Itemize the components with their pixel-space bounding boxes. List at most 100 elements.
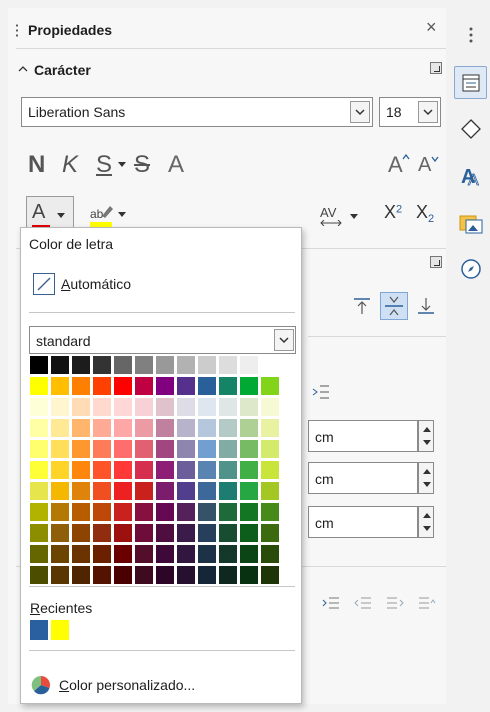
color-swatch[interactable] [30, 566, 48, 584]
color-swatch[interactable] [177, 356, 195, 374]
color-swatch[interactable] [51, 503, 69, 521]
bold-button[interactable]: N [28, 148, 45, 182]
color-swatch[interactable] [177, 545, 195, 563]
chevron-down-icon[interactable] [118, 162, 126, 168]
color-swatch[interactable] [30, 377, 48, 395]
color-swatch[interactable] [51, 545, 69, 563]
color-swatch[interactable] [30, 461, 48, 479]
spin-button[interactable] [418, 506, 434, 538]
color-swatch[interactable] [240, 377, 258, 395]
color-swatch[interactable] [240, 482, 258, 500]
color-swatch[interactable] [93, 440, 111, 458]
color-swatch[interactable] [261, 482, 279, 500]
color-swatch[interactable] [198, 482, 216, 500]
color-swatch[interactable] [156, 377, 174, 395]
color-swatch[interactable] [240, 524, 258, 542]
tab-gallery[interactable] [454, 206, 487, 239]
color-swatch[interactable] [177, 419, 195, 437]
color-swatch[interactable] [135, 545, 153, 563]
color-swatch[interactable] [219, 440, 237, 458]
color-swatch[interactable] [156, 545, 174, 563]
color-swatch[interactable] [93, 356, 111, 374]
strikethrough-button[interactable]: S [134, 148, 150, 182]
color-swatch[interactable] [93, 377, 111, 395]
superscript-button[interactable]: X2 [384, 202, 412, 230]
color-swatch[interactable] [240, 545, 258, 563]
color-swatch[interactable] [198, 356, 216, 374]
indent-increase-icon[interactable] [322, 596, 340, 610]
color-swatch[interactable] [135, 440, 153, 458]
color-swatch[interactable] [30, 545, 48, 563]
color-swatch[interactable] [114, 419, 132, 437]
color-swatch[interactable] [261, 377, 279, 395]
color-swatch[interactable] [219, 398, 237, 416]
color-swatch[interactable] [261, 524, 279, 542]
color-swatch[interactable] [51, 566, 69, 584]
sidebar-menu-button[interactable] [454, 18, 487, 51]
color-swatch[interactable] [261, 398, 279, 416]
align-center-vertical-button[interactable] [380, 292, 408, 320]
color-swatch[interactable] [51, 524, 69, 542]
drag-grip-icon[interactable] [16, 23, 18, 37]
font-size-combobox[interactable]: 18 [379, 97, 441, 127]
color-swatch[interactable] [114, 440, 132, 458]
recent-color-swatch[interactable] [51, 620, 69, 640]
color-swatch[interactable] [156, 440, 174, 458]
color-swatch[interactable] [156, 503, 174, 521]
color-swatch[interactable] [135, 482, 153, 500]
color-swatch[interactable] [114, 356, 132, 374]
color-swatch[interactable] [240, 566, 258, 584]
color-swatch[interactable] [177, 398, 195, 416]
color-swatch[interactable] [114, 503, 132, 521]
color-swatch[interactable] [261, 419, 279, 437]
color-swatch[interactable] [156, 482, 174, 500]
character-section-header[interactable]: Carácter [16, 58, 444, 84]
color-swatch[interactable] [198, 524, 216, 542]
font-name-combobox[interactable]: Liberation Sans [21, 97, 373, 127]
color-swatch[interactable] [72, 482, 90, 500]
color-swatch[interactable] [93, 545, 111, 563]
grow-font-button[interactable]: A [388, 148, 403, 182]
color-swatch[interactable] [93, 524, 111, 542]
color-swatch[interactable] [30, 524, 48, 542]
color-swatch[interactable] [219, 419, 237, 437]
color-swatch[interactable] [114, 524, 132, 542]
shadow-button[interactable]: A [168, 148, 184, 182]
custom-color-button[interactable]: Color personalizado... [31, 674, 195, 696]
chevron-down-icon[interactable] [274, 329, 294, 351]
color-swatch[interactable] [135, 356, 153, 374]
align-top-icon[interactable] [352, 296, 372, 316]
spacing-below-field[interactable]: cm [308, 462, 418, 494]
color-swatch[interactable] [198, 377, 216, 395]
color-swatch[interactable] [156, 398, 174, 416]
color-swatch[interactable] [261, 503, 279, 521]
color-swatch[interactable] [72, 503, 90, 521]
color-swatch[interactable] [135, 398, 153, 416]
color-swatch[interactable] [198, 545, 216, 563]
color-swatch[interactable] [72, 461, 90, 479]
color-swatch[interactable] [219, 545, 237, 563]
color-swatch[interactable] [93, 419, 111, 437]
underline-button[interactable]: S [96, 148, 112, 182]
recent-color-swatch[interactable] [30, 620, 48, 640]
color-swatch[interactable] [30, 440, 48, 458]
color-swatch[interactable] [135, 566, 153, 584]
color-swatch[interactable] [93, 461, 111, 479]
character-spacing-button[interactable]: AV [320, 202, 360, 230]
color-swatch[interactable] [219, 482, 237, 500]
color-swatch[interactable] [219, 503, 237, 521]
color-swatch[interactable] [30, 398, 48, 416]
color-swatch[interactable] [114, 566, 132, 584]
color-swatch[interactable] [30, 482, 48, 500]
spacing-above-field[interactable]: cm [308, 420, 418, 452]
italic-button[interactable]: K [62, 148, 78, 182]
color-swatch[interactable] [93, 482, 111, 500]
hanging-indent-icon[interactable] [386, 596, 404, 610]
color-swatch[interactable] [156, 461, 174, 479]
color-swatch[interactable] [219, 377, 237, 395]
color-swatch[interactable] [135, 503, 153, 521]
color-swatch[interactable] [177, 377, 195, 395]
indent-decrease-icon[interactable] [354, 596, 372, 610]
spin-button[interactable] [418, 462, 434, 494]
color-swatch[interactable] [177, 524, 195, 542]
